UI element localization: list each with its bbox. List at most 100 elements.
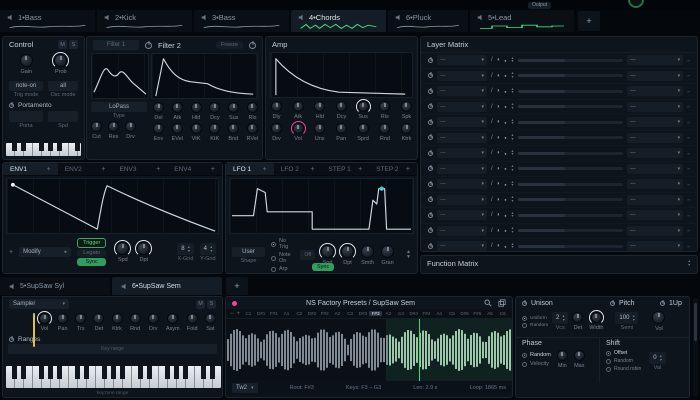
knob[interactable]: Dly — [271, 101, 282, 120]
env-tab[interactable]: ENV3 + — [113, 163, 168, 175]
sampler-keyboard[interactable] — [6, 366, 221, 388]
move-icon[interactable]: + — [211, 166, 215, 173]
knob[interactable]: Sus — [358, 101, 369, 120]
mod-source-select[interactable]: ---▾ — [437, 71, 487, 81]
layer-tab[interactable]: 5•Lead — [470, 10, 576, 32]
knob[interactable]: Sus — [228, 102, 239, 121]
row-power-icon[interactable] — [428, 182, 433, 187]
note-label[interactable]: C2 — [293, 311, 306, 316]
row-options-icon[interactable]: ◦◦ — [687, 151, 690, 156]
ranges-power-icon[interactable] — [9, 337, 14, 342]
linear-map-icon[interactable]: / — [491, 181, 493, 187]
row-power-icon[interactable] — [428, 104, 433, 109]
unison-mode-radio[interactable]: Uniform — [522, 316, 548, 321]
add-layer-button[interactable]: + — [578, 11, 600, 31]
filter2-curve-display[interactable] — [151, 53, 258, 99]
note-label[interactable]: F#2 — [318, 311, 331, 316]
knob[interactable]: Smth — [361, 245, 374, 266]
knob[interactable]: RVel — [246, 123, 258, 142]
amp-env-display[interactable] — [270, 52, 413, 98]
y-grid-stepper[interactable]: 4 ▴▾ — [200, 243, 216, 255]
lfo-trig-radio[interactable]: No Trig — [271, 238, 294, 250]
move-icon[interactable]: + — [263, 166, 267, 173]
knob[interactable]: Drv — [148, 313, 159, 332]
sort-arrows-icon[interactable]: ▲▼ — [511, 72, 514, 79]
mod-amount-slider[interactable] — [518, 121, 623, 124]
curve-icon[interactable]: ◗ — [497, 212, 501, 218]
knob[interactable]: Dcy — [209, 102, 220, 121]
linear-map-icon[interactable]: / — [491, 104, 493, 110]
waveform-display[interactable] — [226, 319, 512, 381]
sync-button[interactable]: Sync — [77, 258, 106, 266]
polarity-icon[interactable]: ● — [504, 135, 506, 140]
mod-amount-slider[interactable] — [518, 74, 623, 77]
mod-amount-slider[interactable] — [518, 198, 623, 201]
layer-tab[interactable]: 3•Bass — [194, 10, 291, 32]
layer-tab[interactable]: 2•Kick — [97, 10, 194, 32]
mod-source-select[interactable]: ---▾ — [437, 195, 487, 205]
knob[interactable]: Gain — [20, 54, 33, 75]
modify-select[interactable]: Modify▸ — [19, 247, 71, 257]
knob[interactable]: Sprd — [357, 123, 369, 142]
move-icon[interactable]: + — [156, 166, 160, 173]
env-tab[interactable]: ENV4 + — [167, 163, 222, 175]
control-mini-keyboard[interactable] — [6, 143, 81, 156]
mod-dest-select[interactable]: —▾ — [627, 133, 683, 143]
note-label[interactable]: A1 — [280, 311, 293, 316]
knob[interactable]: Bnd — [228, 123, 239, 142]
polarity-icon[interactable]: ● — [504, 166, 506, 171]
mod-amount-slider[interactable] — [518, 183, 623, 186]
mod-source-select[interactable]: ---▾ — [437, 133, 487, 143]
knob[interactable]: Hld — [314, 101, 325, 120]
pitch-power-icon[interactable] — [610, 301, 615, 306]
knob[interactable]: Det — [93, 313, 104, 332]
note-label[interactable]: C6 — [496, 311, 509, 316]
mod-dest-select[interactable]: —▾ — [627, 148, 683, 158]
row-power-icon[interactable] — [428, 197, 433, 202]
linear-map-icon[interactable]: / — [491, 119, 493, 125]
filter2-tab[interactable]: Filter 2 — [158, 41, 181, 50]
lfo-sync-button[interactable]: Sync — [312, 263, 334, 271]
curve-icon[interactable]: ◗ — [497, 104, 501, 110]
shift-mode-radio[interactable]: Offset — [606, 350, 641, 356]
knob[interactable]: Gran — [381, 245, 394, 266]
move-icon[interactable]: + — [47, 166, 51, 173]
phase-mode-radio[interactable]: Velocity — [522, 361, 551, 367]
linear-map-icon[interactable]: / — [491, 73, 493, 79]
curve-icon[interactable]: ◗ — [497, 57, 501, 63]
mod-source-select[interactable]: ---▾ — [437, 117, 487, 127]
linear-map-icon[interactable]: / — [491, 57, 493, 63]
knob[interactable]: Dpt — [341, 245, 354, 266]
mod-source-select[interactable]: ---▾ — [437, 55, 487, 65]
polarity-icon[interactable]: ● — [504, 197, 506, 202]
note-label[interactable]: F#3 — [369, 311, 382, 316]
linear-map-icon[interactable]: / — [491, 135, 493, 141]
knob[interactable]: Env — [153, 123, 164, 142]
trig-mode-select[interactable]: note-on — [9, 81, 43, 91]
note-label[interactable]: C5 — [446, 311, 459, 316]
note-label[interactable]: C1 — [242, 311, 255, 316]
knob[interactable]: Det — [572, 312, 583, 331]
knob[interactable]: Rls — [247, 102, 258, 121]
sort-arrows-icon[interactable]: ▲▼ — [511, 57, 514, 64]
mod-dest-select[interactable]: —▾ — [627, 164, 683, 174]
note-label[interactable]: D#1 — [255, 311, 268, 316]
mod-dest-select[interactable]: —▾ — [627, 179, 683, 189]
sort-arrows-icon[interactable]: ▲▼ — [511, 181, 514, 188]
mod-dest-select[interactable]: —▾ — [627, 102, 683, 112]
mod-amount-slider[interactable] — [518, 167, 623, 170]
knob[interactable]: Dcy — [336, 101, 347, 120]
knob[interactable]: Uns — [314, 123, 325, 142]
move-icon[interactable]: + — [358, 166, 362, 173]
zoom-in-icon[interactable]: + — [236, 311, 242, 317]
layer-tab[interactable]: 1•Bass — [0, 10, 97, 32]
view-mode-select[interactable]: Tw2▾ — [232, 383, 258, 393]
row-options-icon[interactable]: ◦◦ — [687, 213, 690, 218]
mod-source-select[interactable]: ---▾ — [437, 164, 487, 174]
mod-dest-select[interactable]: —▾ — [627, 195, 683, 205]
solo-button[interactable]: S — [69, 40, 78, 49]
knob[interactable]: Spk — [401, 101, 412, 120]
knob[interactable]: Vol — [293, 123, 304, 142]
sort-arrows-icon[interactable]: ▲▼ — [511, 165, 514, 172]
row-options-icon[interactable]: ◦◦ — [687, 104, 690, 109]
